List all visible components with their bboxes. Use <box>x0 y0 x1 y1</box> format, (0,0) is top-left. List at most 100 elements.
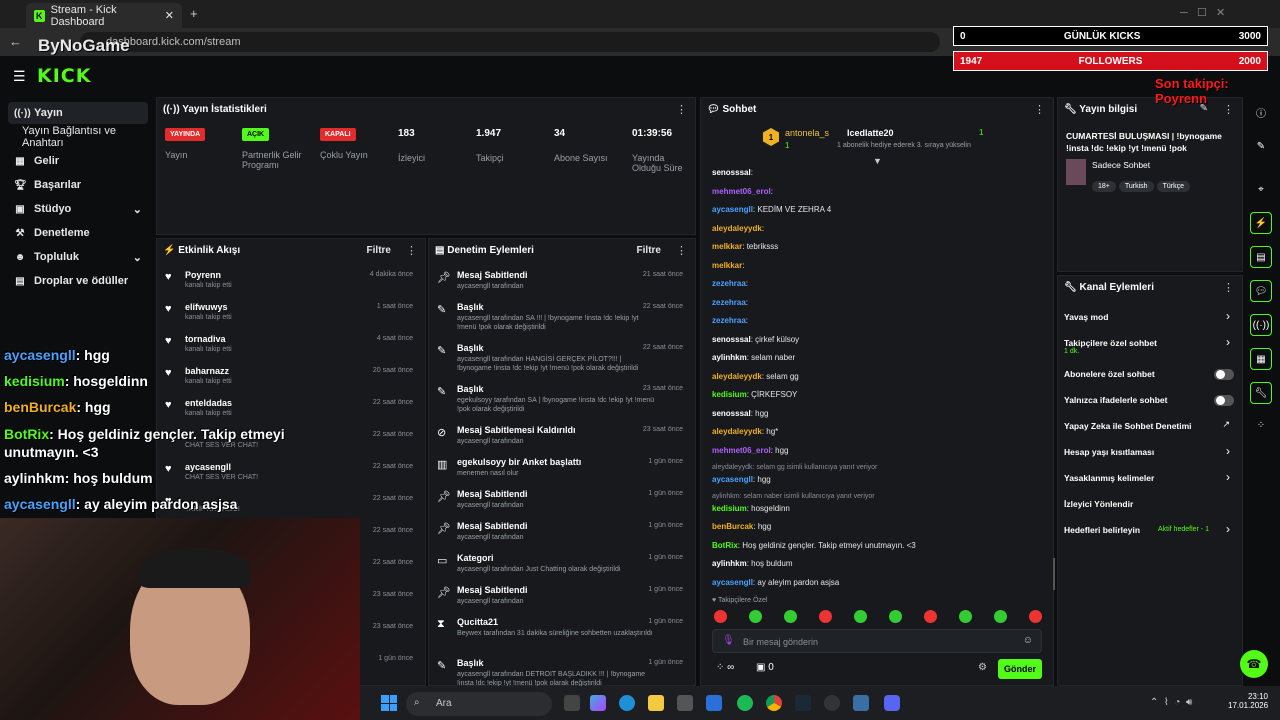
sidebar-item-studyo[interactable]: ▣ Stüdyo ⌄ <box>8 198 148 220</box>
emote-icon[interactable] <box>784 610 797 623</box>
focus-icon[interactable]: ⌖ <box>1250 178 1272 200</box>
layout-icon[interactable]: ▦ <box>1250 348 1272 370</box>
moderation-row[interactable]: ⧗ Qucitta21 Beywex tarafından 31 dakika sü… <box>429 614 695 655</box>
live-icon[interactable]: ((·)) <box>1250 314 1272 336</box>
collapse-icon[interactable]: ▼ <box>873 156 882 166</box>
chat-username[interactable]: senosssal <box>712 335 751 344</box>
channel-action-item[interactable]: Hesap yaşı kısıtlaması › <box>1058 441 1244 465</box>
store-icon[interactable] <box>677 695 693 711</box>
chat-username[interactable]: kedisium <box>712 504 747 513</box>
activity-row[interactable]: ♥ elifwuwys kanalı takip etti 1 saat önce <box>157 299 425 331</box>
emote-icon[interactable] <box>749 610 762 623</box>
app-icon[interactable] <box>853 695 869 711</box>
channel-action-item[interactable]: Yalnızca ifadelerle sohbet <box>1058 389 1244 413</box>
start-icon[interactable] <box>381 695 397 711</box>
chat-username[interactable]: zezehraa <box>712 279 746 288</box>
category-name[interactable]: Sadece Sohbet <box>1092 160 1150 170</box>
moderation-icon[interactable]: ▤ <box>1250 246 1272 268</box>
chat-input[interactable]: 🎙︎ Bir mesaj gönderin ☺ <box>712 629 1042 653</box>
channel-action-item[interactable]: Abonelere özel sohbet <box>1058 363 1244 387</box>
top-gifter-name[interactable]: antonela_s <box>785 128 829 138</box>
kick-logo[interactable]: KICK <box>37 65 91 87</box>
chat-username[interactable]: mehmet06_erol <box>712 446 771 455</box>
chat-username[interactable]: mehmet06_erol <box>712 187 771 196</box>
chat-username[interactable]: aycasengll <box>712 475 753 484</box>
chat-username[interactable]: aylinhkm <box>712 559 747 568</box>
discord-icon[interactable] <box>884 695 900 711</box>
channel-action-item[interactable]: Yapay Zeka ile Sohbet Denetimi ↗ <box>1058 415 1244 439</box>
chat-scrollbar[interactable] <box>1053 558 1055 590</box>
emote-icon[interactable] <box>819 610 832 623</box>
chat-username[interactable]: aleydaleyydk <box>712 224 762 233</box>
mail-icon[interactable] <box>706 695 722 711</box>
emote-icon[interactable] <box>959 610 972 623</box>
send-button[interactable]: Gönder <box>998 659 1042 679</box>
chat-username[interactable]: melkkar <box>712 242 742 251</box>
sidebar-item-denetleme[interactable]: ⚒ Denetleme <box>8 222 148 244</box>
address-bar[interactable]: dashboard.kick.com/stream <box>80 32 940 52</box>
emote-icon[interactable] <box>1029 610 1042 623</box>
sidebar-item-basarilar[interactable]: 🏆︎ Başarılar <box>8 174 148 196</box>
channel-action-item[interactable]: Takipçilere özel sohbet 1 dk. › <box>1058 332 1244 356</box>
chat-username[interactable]: melkkar <box>712 261 742 270</box>
copilot-icon[interactable] <box>590 695 606 711</box>
taskview-icon[interactable] <box>564 695 580 711</box>
new-tab-icon[interactable]: + <box>190 6 198 21</box>
chat-message[interactable]: senosssal: <box>712 168 753 177</box>
top-gifter-name[interactable]: Icedlatte20 <box>847 128 894 138</box>
chat-message[interactable]: aylinhkm: hoş buldum <box>712 559 793 568</box>
chat-message[interactable]: aycasengll: ay aleyim pardon asjsa <box>712 578 839 587</box>
moderation-row[interactable]: 📌︎ Mesaj Sabitlendi aycasengll tarafından 1… <box>429 486 695 518</box>
menu-icon[interactable]: ☰ <box>13 68 26 85</box>
edit-icon[interactable]: ✎ <box>1250 135 1272 157</box>
toggle-switch[interactable] <box>1214 369 1234 380</box>
sidebar-item-stream-key[interactable]: Yayın Bağlantısı ve Anahtarı <box>8 125 148 149</box>
chat-settings-icon[interactable]: ⚙ <box>978 662 987 673</box>
emote-icon[interactable] <box>889 610 902 623</box>
back-icon[interactable]: ← <box>9 34 22 49</box>
sidebar-item-topluluk[interactable]: ☻ Topluluk ⌄ <box>8 246 148 268</box>
spotify-icon[interactable] <box>737 695 753 711</box>
emoji-icon[interactable]: ☺ <box>1023 635 1033 646</box>
moderation-filter-button[interactable]: Filtre <box>637 245 661 256</box>
chat-username[interactable]: BotRix <box>712 541 738 550</box>
clock[interactable]: 23:10 17.01.2026 <box>1228 692 1268 710</box>
emote-icon[interactable] <box>714 610 727 623</box>
help-icon[interactable]: ☎ <box>1240 650 1268 678</box>
moderation-row[interactable]: ✎ Başlık aycasengll tarafından HANGİSİ GER… <box>429 340 695 381</box>
gift-indicator[interactable]: ▣ 0 <box>756 662 774 673</box>
activity-row[interactable]: ♥ Poyrenn kanalı takip etti 4 dakika önce <box>157 267 425 299</box>
chat-message[interactable]: aycasengll: hgg <box>712 475 771 484</box>
chat-message[interactable]: senosssal: çirkef külsoy <box>712 335 799 344</box>
wrench-icon[interactable]: 🔧︎ <box>1250 382 1272 404</box>
chat-username[interactable]: zezehraa <box>712 316 746 325</box>
explorer-icon[interactable] <box>648 695 664 711</box>
moderation-row[interactable]: ✎ Başlık egekulsoyy tarafından SA | !bynog… <box>429 381 695 422</box>
points-indicator[interactable]: ⁘ ∞ <box>716 662 734 673</box>
sidebar-item-gelir[interactable]: ▦ Gelir <box>8 150 148 172</box>
chat-message[interactable]: benBurcak: hgg <box>712 522 771 531</box>
chat-username[interactable]: aleydaleyydk <box>712 372 762 381</box>
mic-icon[interactable]: 🎙︎ <box>722 635 735 646</box>
chat-message[interactable]: aylinhkm: selam naber <box>712 353 795 362</box>
chat-message[interactable]: mehmet06_erol: hgg <box>712 446 789 455</box>
chat-message[interactable]: zezehraa: <box>712 298 748 307</box>
channel-action-item[interactable]: Hedefleri belirleyin Aktif hedefler - 1 › <box>1058 519 1244 543</box>
share-icon[interactable]: ⁘ <box>1250 414 1272 436</box>
activity-filter-button[interactable]: Filtre <box>367 245 391 256</box>
emote-icon[interactable] <box>924 610 937 623</box>
chat-username[interactable]: benBurcak <box>712 522 753 531</box>
chrome-icon[interactable] <box>766 695 782 711</box>
chat-message[interactable]: BotRix: Hoş geldiniz gençler. Takip etme… <box>712 541 916 550</box>
window-controls[interactable]: ─ ☐ ✕ <box>1180 6 1225 19</box>
chat-message[interactable]: zezehraa: <box>712 279 748 288</box>
chat-message[interactable]: kedisium: hosgeldinn <box>712 504 790 513</box>
chat-message[interactable]: senosssal: hgg <box>712 409 769 418</box>
chat-message[interactable]: melkkar: <box>712 261 744 270</box>
more-icon[interactable]: ⋮ <box>406 244 417 257</box>
channel-action-item[interactable]: İzleyici Yönlendir <box>1058 493 1244 517</box>
more-icon[interactable]: ⋮ <box>1223 281 1234 294</box>
obs-icon[interactable] <box>824 695 840 711</box>
more-icon[interactable]: ⋮ <box>676 244 687 257</box>
moderation-row[interactable]: 📌︎ Mesaj Sabitlendi aycasengll tarafından 1… <box>429 518 695 550</box>
